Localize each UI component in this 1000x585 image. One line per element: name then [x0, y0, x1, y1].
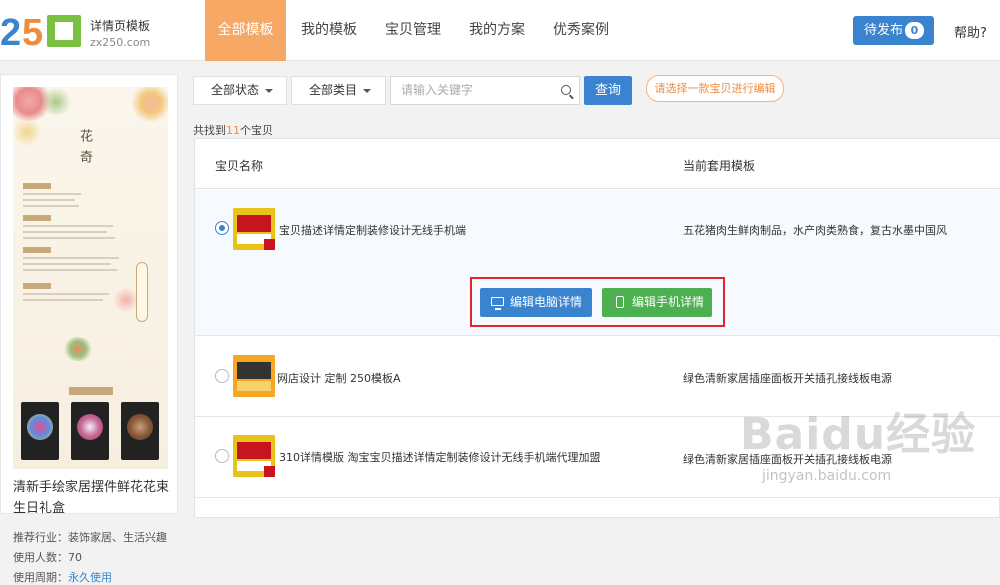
edit-mobile-detail-label: 编辑手机详情 — [632, 295, 705, 309]
query-button[interactable]: 查询 — [584, 76, 632, 105]
top-navbar: 2 5 详情页模板 zx250.com 全部模板 我的模板 宝贝管理 我的方案 … — [0, 0, 1000, 61]
pending-publish-label: 待发布 — [864, 23, 904, 38]
search-box — [390, 76, 580, 105]
table-header: 宝贝名称 当前套用模板 — [195, 139, 1000, 189]
template-title: 清新手绘家居摆件鲜花花束生日礼盒 — [13, 480, 170, 516]
industry-label: 推荐行业： — [13, 531, 68, 544]
period-label: 使用周期： — [13, 571, 68, 584]
users-value: 70 — [68, 551, 82, 564]
logo-domain: zx250.com — [90, 36, 151, 49]
template-poster-image: 花 奇 — [13, 87, 168, 469]
pending-publish-button[interactable]: 待发布 0 — [853, 16, 934, 45]
status-dropdown[interactable]: 全部状态 — [193, 76, 287, 105]
edit-pc-detail-label: 编辑电脑详情 — [510, 295, 583, 309]
product-thumbnail — [233, 355, 275, 397]
row-radio[interactable] — [215, 369, 229, 383]
period-value: 永久使用 — [68, 571, 112, 584]
edit-actions-highlight: 编辑电脑详情 编辑手机详情 — [470, 277, 725, 327]
column-header-template: 当前套用模板 — [683, 159, 756, 173]
result-prefix: 共找到 — [193, 124, 226, 137]
site-logo[interactable]: 2 5 — [0, 12, 85, 50]
result-count: 共找到11个宝贝 — [193, 122, 273, 138]
industry-row: 推荐行业：装饰家居、生活兴趣 — [13, 529, 167, 545]
watermark-url: jingyan.baidu.com — [762, 468, 892, 484]
monitor-icon — [491, 297, 504, 310]
template-preview-card[interactable]: 花 奇 清新手绘家居摆件鲜花花束生日礼盒 推荐行业：装饰家居、生活兴趣 使用人数… — [0, 74, 178, 584]
product-name: 宝贝描述详情定制装修设计无线手机端 — [279, 224, 466, 237]
result-number: 11 — [226, 124, 240, 137]
main-nav: 全部模板 我的模板 宝贝管理 我的方案 优秀案例 — [205, 0, 623, 61]
column-header-name: 宝贝名称 — [215, 159, 264, 173]
industry-value: 装饰家居、生活兴趣 — [68, 531, 167, 544]
edit-mobile-detail-button[interactable]: 编辑手机详情 — [602, 288, 712, 317]
help-link[interactable]: 帮助? — [954, 22, 987, 41]
category-dropdown[interactable]: 全部类目 — [291, 76, 386, 105]
baidu-watermark: Baidu经验 — [740, 409, 977, 460]
row-radio[interactable] — [215, 449, 229, 463]
selection-hint: 请选择一款宝贝进行编辑 — [646, 75, 784, 102]
category-dropdown-label: 全部类目 — [309, 83, 358, 97]
product-name: 网店设计 定制 250模板A — [277, 372, 401, 385]
result-suffix: 个宝贝 — [240, 124, 273, 137]
poster-title: 花 奇 — [77, 129, 92, 166]
product-template: 五花猪肉生鲜肉制品，水产肉类熟食，复古水墨中国风 — [683, 224, 947, 237]
search-icon[interactable] — [561, 85, 571, 95]
nav-my-plans[interactable]: 我的方案 — [455, 0, 539, 61]
chevron-down-icon — [265, 88, 274, 93]
period-row: 使用周期：永久使用 — [13, 569, 112, 585]
table-row[interactable]: 宝贝描述详情定制装修设计无线手机端 五花猪肉生鲜肉制品，水产肉类熟食，复古水墨中… — [195, 190, 1000, 336]
nav-my-templates[interactable]: 我的模板 — [286, 0, 371, 61]
product-name: 310详情模版 淘宝宝贝描述详情定制装修设计无线手机端代理加盟 — [279, 451, 601, 464]
product-template: 绿色清新家居插座面板开关插孔接线板电源 — [683, 372, 892, 385]
pending-count-badge: 0 — [905, 22, 924, 39]
edit-pc-detail-button[interactable]: 编辑电脑详情 — [480, 288, 592, 317]
nav-showcase[interactable]: 优秀案例 — [539, 0, 623, 61]
svg-text:5: 5 — [22, 12, 43, 50]
mobile-phone-icon — [616, 296, 624, 308]
product-thumbnail — [233, 208, 275, 250]
nav-item-management[interactable]: 宝贝管理 — [371, 0, 455, 61]
chevron-down-icon — [363, 88, 372, 93]
logo-subtitle: 详情页模板 — [90, 19, 151, 33]
product-thumbnail — [233, 435, 275, 477]
status-dropdown-label: 全部状态 — [211, 83, 260, 97]
users-row: 使用人数：70 — [13, 549, 82, 565]
nav-all-templates[interactable]: 全部模板 — [205, 0, 286, 61]
users-label: 使用人数： — [13, 551, 68, 564]
search-input[interactable] — [401, 83, 551, 97]
svg-text:2: 2 — [0, 12, 20, 50]
row-radio[interactable] — [215, 221, 229, 235]
